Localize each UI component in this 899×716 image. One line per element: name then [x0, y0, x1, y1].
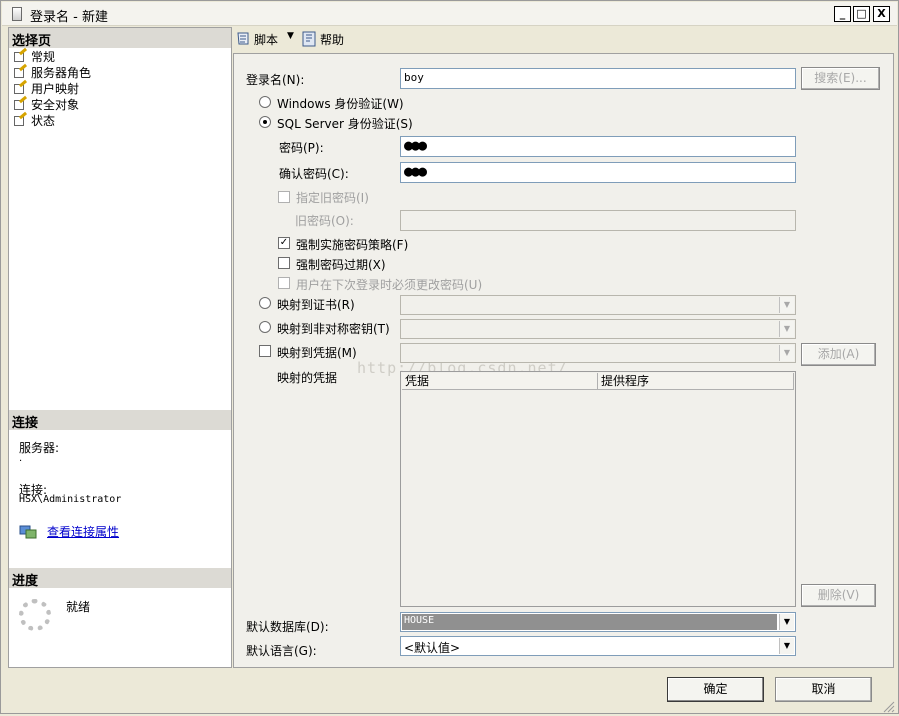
old-password-label: 旧密码(O): — [295, 214, 354, 228]
map-credential-checkbox[interactable] — [259, 345, 271, 357]
must-change-label: 用户在下次登录时必须更改密码(U) — [296, 278, 483, 292]
connection-value: HSX\Administrator — [19, 494, 122, 505]
nav-item-general[interactable]: 常规 — [13, 47, 56, 65]
remove-credential-button[interactable]: 删除(V) — [801, 584, 876, 607]
login-name-input[interactable]: boy — [400, 68, 796, 89]
chevron-down-icon: ▼ — [779, 638, 794, 654]
default-language-value: <默认值> — [404, 641, 461, 655]
page-icon — [13, 79, 28, 95]
help-icon — [302, 31, 316, 47]
help-button[interactable]: 帮助 — [301, 30, 351, 48]
left-pane: 选择页 常规 服务器角色 用户映射 安全对象 状态 连接 服务器: . 连接: … — [8, 27, 232, 668]
default-database-label: 默认数据库(D): — [246, 620, 329, 634]
default-language-select[interactable]: <默认值> ▼ — [400, 636, 796, 656]
login-new-window: 登录名 - 新建 _ □ X 选择页 常规 服务器角色 用户映射 安全对象 状态… — [0, 0, 899, 714]
enforce-expiration-checkbox[interactable] — [278, 257, 290, 269]
chevron-down-icon: ▼ — [779, 614, 794, 630]
windows-auth-radio[interactable] — [259, 96, 271, 108]
nav-item-label: 用户映射 — [31, 82, 80, 96]
nav-item-status[interactable]: 状态 — [13, 111, 56, 129]
page-icon — [13, 111, 28, 127]
credential-select[interactable]: ▼ — [400, 343, 796, 363]
grid-header-credential[interactable]: 凭据 — [402, 373, 598, 390]
password-input[interactable]: ●●● — [400, 136, 796, 157]
nav-item-user-mapping[interactable]: 用户映射 — [13, 79, 80, 97]
progress-header: 进度 — [9, 568, 231, 589]
script-label: 脚本 — [254, 33, 279, 47]
select-page-header: 选择页 — [9, 28, 231, 49]
progress-spinner-icon — [19, 599, 51, 631]
ok-button[interactable]: 确定 — [667, 677, 764, 702]
toolbar: 脚本 ▼ 帮助 — [233, 27, 893, 51]
nav-item-label: 状态 — [31, 114, 56, 128]
view-connection-properties-link[interactable]: 查看连接属性 — [47, 523, 119, 540]
specify-old-password-checkbox[interactable] — [278, 191, 290, 203]
page-icon — [13, 95, 28, 111]
sql-auth-label: SQL Server 身份验证(S) — [277, 117, 413, 131]
window-title: 登录名 - 新建 — [30, 10, 108, 25]
password-label: 密码(P): — [279, 141, 324, 155]
mapped-credentials-label: 映射的凭据 — [277, 371, 338, 385]
nav-item-label: 常规 — [31, 50, 56, 64]
progress-status: 就绪 — [66, 600, 91, 614]
chevron-down-icon: ▼ — [779, 345, 794, 361]
script-icon — [236, 31, 250, 46]
chevron-down-icon: ▼ — [779, 321, 794, 337]
resize-grip-icon[interactable] — [881, 699, 895, 713]
map-asym-key-radio[interactable] — [259, 321, 271, 333]
close-button[interactable]: X — [873, 6, 890, 22]
old-password-input[interactable] — [400, 210, 796, 231]
server-label: 服务器: — [19, 441, 60, 455]
server-value: . — [19, 453, 23, 464]
certificate-select[interactable]: ▼ — [400, 295, 796, 315]
mapped-credentials-grid[interactable]: 凭据 提供程序 — [400, 371, 796, 607]
nav-item-label: 安全对象 — [31, 98, 80, 112]
enforce-expiration-label: 强制密码过期(X) — [296, 258, 386, 272]
document-icon — [12, 7, 22, 21]
enforce-policy-label: 强制实施密码策略(F) — [296, 238, 409, 252]
confirm-password-label: 确认密码(C): — [279, 167, 349, 181]
chevron-down-icon: ▼ — [287, 31, 294, 41]
map-certificate-radio[interactable] — [259, 297, 271, 309]
confirm-password-input[interactable]: ●●● — [400, 162, 796, 183]
page-icon — [13, 63, 28, 79]
login-name-label: 登录名(N): — [246, 73, 305, 87]
default-language-label: 默认语言(G): — [246, 644, 317, 658]
maximize-button[interactable]: □ — [853, 6, 870, 22]
must-change-checkbox[interactable] — [278, 277, 290, 289]
windows-auth-label: Windows 身份验证(W) — [277, 97, 404, 111]
title-bar: 登录名 - 新建 _ □ X — [2, 2, 897, 26]
default-database-value: HOUSE — [402, 614, 777, 630]
help-label: 帮助 — [320, 33, 345, 47]
nav-item-label: 服务器角色 — [31, 66, 92, 80]
script-button[interactable]: 脚本 ▼ — [235, 30, 305, 48]
nav-item-securables[interactable]: 安全对象 — [13, 95, 80, 113]
grid-header-provider[interactable]: 提供程序 — [598, 373, 794, 390]
minimize-button[interactable]: _ — [834, 6, 851, 22]
add-credential-button[interactable]: 添加(A) — [801, 343, 876, 366]
default-database-select[interactable]: HOUSE ▼ — [400, 612, 796, 632]
connection-properties-icon — [19, 524, 37, 540]
cancel-button[interactable]: 取消 — [775, 677, 872, 702]
map-certificate-label: 映射到证书(R) — [277, 298, 355, 312]
map-credential-label: 映射到凭据(M) — [277, 346, 357, 360]
map-asym-key-label: 映射到非对称密钥(T) — [277, 322, 390, 336]
page-icon — [13, 47, 28, 63]
sql-auth-radio[interactable] — [259, 116, 271, 128]
asym-key-select[interactable]: ▼ — [400, 319, 796, 339]
specify-old-password-label: 指定旧密码(I) — [296, 191, 369, 205]
connection-header: 连接 — [9, 410, 231, 431]
enforce-policy-checkbox[interactable]: ✓ — [278, 237, 290, 249]
chevron-down-icon: ▼ — [779, 297, 794, 313]
search-button[interactable]: 搜索(E)... — [801, 67, 880, 90]
